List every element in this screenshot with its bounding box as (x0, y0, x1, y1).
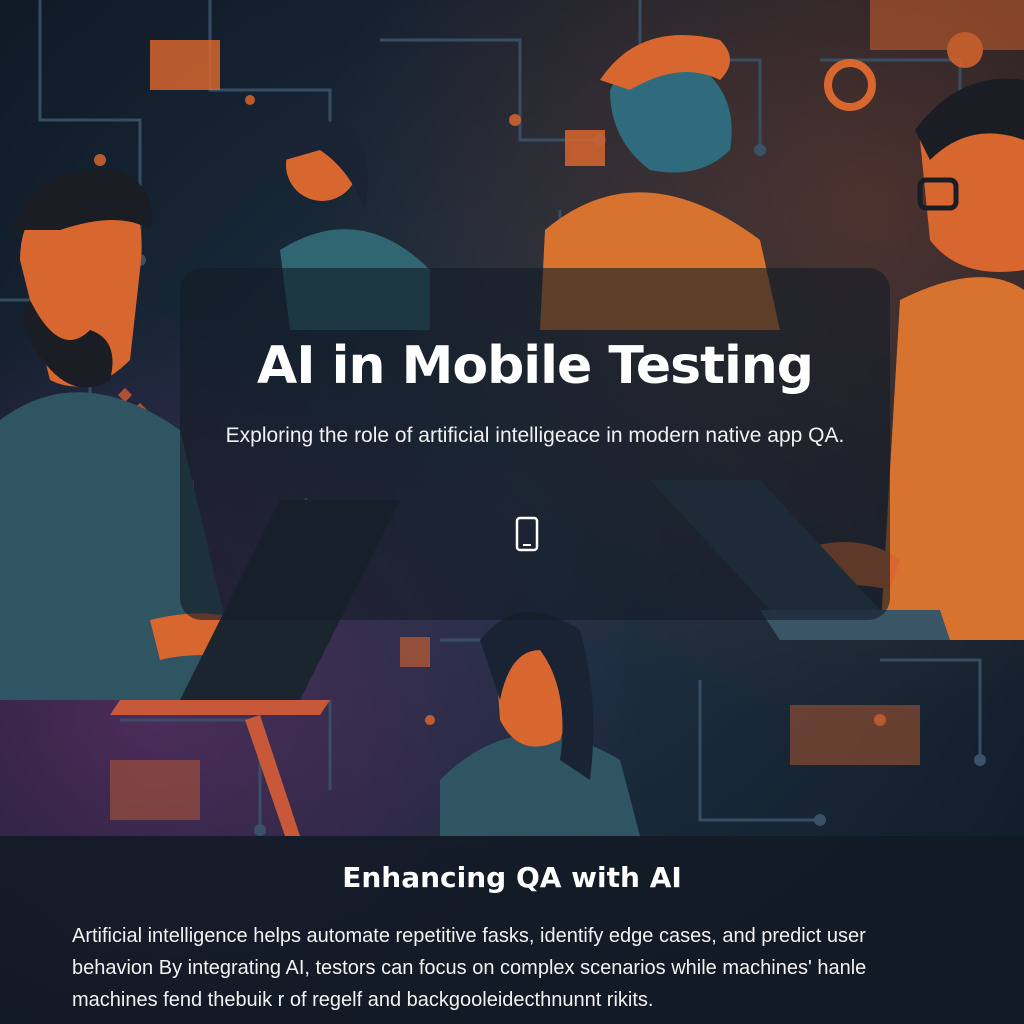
section-heading: Enhancing QA with AI (342, 861, 682, 894)
section-body: Artificial intelligence helps automate r… (72, 925, 867, 1011)
info-section: Enhancing QA with AI Artificial intellig… (0, 836, 1024, 1024)
hero-title: AI in Mobile Testing (256, 336, 814, 396)
hero-subtitle: Exploring the role of artificial intelli… (225, 424, 845, 447)
smartphone-icon (515, 516, 539, 552)
hero-card: AI in Mobile Testing Exploring the role … (180, 268, 890, 620)
page: AI in Mobile Testing Exploring the role … (0, 0, 1024, 1024)
